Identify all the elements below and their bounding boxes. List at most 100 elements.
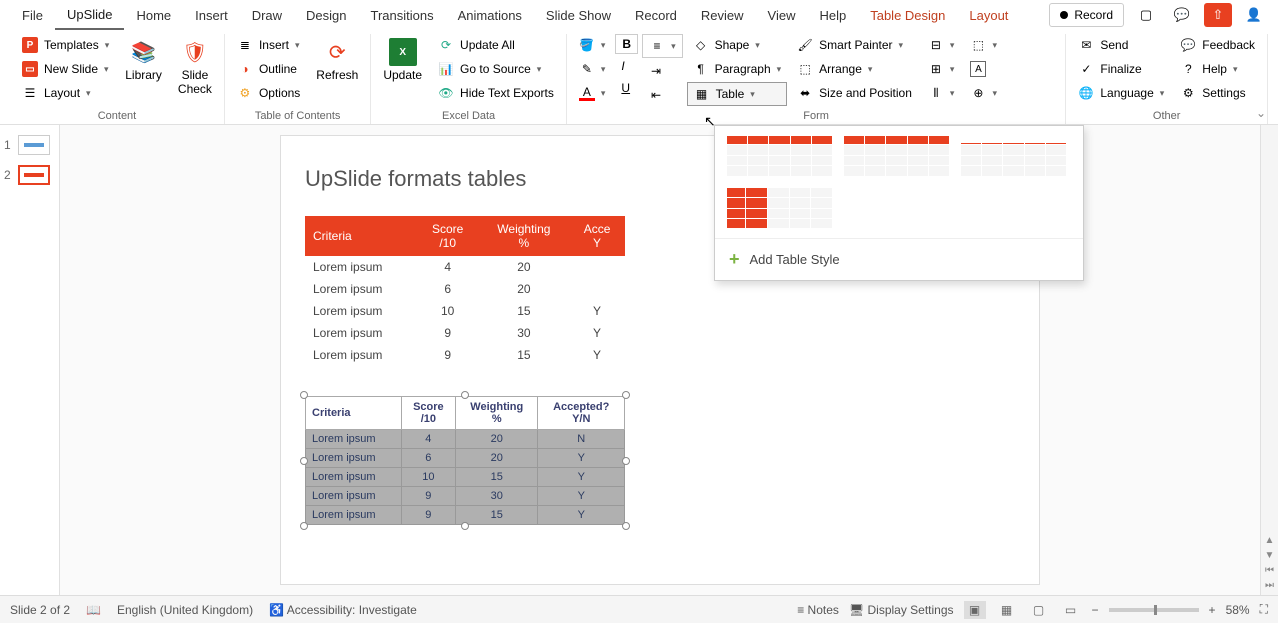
scroll-up-icon[interactable]: ▲ xyxy=(1265,535,1275,546)
table-row[interactable]: Lorem ipsum620Y xyxy=(306,449,625,468)
selected-table[interactable]: Criteria Score /10 Weighting % Accepted?… xyxy=(305,396,625,525)
finalize-button[interactable]: ✓Finalize xyxy=(1072,58,1170,80)
menu-review[interactable]: Review xyxy=(689,2,756,29)
resize-handle[interactable] xyxy=(622,522,630,530)
resize-handle[interactable] xyxy=(461,391,469,399)
indent-inc-button[interactable]: ⇥ xyxy=(642,60,683,82)
hidetext-button[interactable]: 👁Hide Text Exports xyxy=(432,82,560,104)
fit-window-button[interactable]: ⛶ xyxy=(1260,602,1268,617)
zoom-out-button[interactable]: − xyxy=(1092,603,1099,617)
table-row[interactable]: Lorem ipsum930Y xyxy=(306,487,625,506)
add-table-style-button[interactable]: + Add Table Style xyxy=(715,238,1083,280)
menu-upslide[interactable]: UpSlide xyxy=(55,1,125,30)
table-style-option[interactable] xyxy=(961,136,1066,176)
menu-draw[interactable]: Draw xyxy=(240,2,294,29)
menu-record[interactable]: Record xyxy=(623,2,689,29)
outline-button[interactable]: ◑Outline xyxy=(231,58,306,80)
smartpainter-button[interactable]: 🖌Smart Painter▾ xyxy=(791,34,918,56)
textbox-button[interactable]: A xyxy=(964,58,1003,80)
next-slide-icon[interactable]: ⏭ xyxy=(1265,580,1274,591)
menu-insert[interactable]: Insert xyxy=(183,2,240,29)
vertical-scrollbar[interactable]: ▲ ▼ ⏮ ⏭ xyxy=(1260,125,1278,595)
record-button[interactable]: Record xyxy=(1049,3,1124,27)
present-icon[interactable]: ▢ xyxy=(1132,3,1160,27)
table-style-option[interactable] xyxy=(727,136,832,176)
library-button[interactable]: 📚Library xyxy=(119,34,168,86)
arrange-button[interactable]: ⬚Arrange▾ xyxy=(791,58,918,80)
slide-counter[interactable]: Slide 2 of 2 xyxy=(10,603,70,617)
thumb-1[interactable]: 1 xyxy=(4,135,55,155)
zoom-in-button[interactable]: + xyxy=(1209,603,1216,617)
border-button[interactable]: ✎▾ xyxy=(573,58,612,80)
sizepos-button[interactable]: ⬌Size and Position xyxy=(791,82,918,104)
normal-view-icon[interactable]: ▣ xyxy=(964,601,986,619)
scroll-down-icon[interactable]: ▼ xyxy=(1265,550,1275,561)
distribute-button[interactable]: ⊞▾ xyxy=(922,58,961,80)
resize-handle[interactable] xyxy=(300,391,308,399)
slide-canvas[interactable]: UpSlide formats tables Criteria Score /1… xyxy=(60,125,1260,595)
alignobj-button[interactable]: ⊟▾ xyxy=(922,34,961,56)
indent-dec-button[interactable]: ⇤ xyxy=(642,84,683,106)
table-style-option[interactable] xyxy=(727,188,832,228)
fontcolor-button[interactable]: A▾ xyxy=(573,82,612,104)
menu-transitions[interactable]: Transitions xyxy=(359,2,446,29)
language-button[interactable]: 🌐Language▾ xyxy=(1072,82,1170,104)
ribbon-collapse-button[interactable]: ⌄ xyxy=(1256,106,1266,120)
account-icon[interactable]: 👤 xyxy=(1240,3,1268,27)
menu-design[interactable]: Design xyxy=(294,2,358,29)
menu-animations[interactable]: Animations xyxy=(446,2,534,29)
newslide-button[interactable]: ▭New Slide▾ xyxy=(16,58,115,80)
table-row[interactable]: Lorem ipsum420N xyxy=(306,430,625,449)
menu-file[interactable]: File xyxy=(10,2,55,29)
spellcheck-icon[interactable]: 📖 xyxy=(86,603,101,617)
notes-button[interactable]: ≡ Notes xyxy=(797,603,839,617)
layout-button[interactable]: ☰Layout▾ xyxy=(16,82,115,104)
accessibility-status[interactable]: ♿ Accessibility: Investigate xyxy=(269,603,417,617)
menu-tabledesign[interactable]: Table Design xyxy=(858,2,957,29)
fill-button[interactable]: 🪣▾ xyxy=(573,34,612,56)
zoom-slider[interactable] xyxy=(1109,608,1199,612)
menu-view[interactable]: View xyxy=(756,2,808,29)
slideshow-view-icon[interactable]: ▭ xyxy=(1060,601,1082,619)
display-settings-button[interactable]: 🖥 Display Settings xyxy=(849,603,954,617)
table-button[interactable]: ▦Table▾ xyxy=(687,82,788,106)
table-row[interactable]: Lorem ipsum1015Y xyxy=(306,468,625,487)
resize-handle[interactable] xyxy=(300,522,308,530)
menu-help[interactable]: Help xyxy=(807,2,858,29)
feedback-button[interactable]: 💬Feedback xyxy=(1174,34,1261,56)
send-button[interactable]: ✉Send xyxy=(1072,34,1170,56)
resize-handle[interactable] xyxy=(622,457,630,465)
reading-view-icon[interactable]: ▢ xyxy=(1028,601,1050,619)
templates-button[interactable]: PTemplates▾ xyxy=(16,34,115,56)
settings-button[interactable]: ⚙Settings xyxy=(1174,82,1261,104)
options-button[interactable]: ⚙Options xyxy=(231,82,306,104)
resize-handle[interactable] xyxy=(461,522,469,530)
thumb-2[interactable]: 2 xyxy=(4,165,55,185)
underline-button[interactable]: U xyxy=(615,78,638,98)
slidecheck-button[interactable]: 🛡Slide Check xyxy=(172,34,218,100)
zoom-level[interactable]: 58% xyxy=(1226,603,1250,617)
menu-home[interactable]: Home xyxy=(124,2,183,29)
resize-handle[interactable] xyxy=(622,391,630,399)
comments-icon[interactable]: 💬 xyxy=(1168,3,1196,27)
group-button[interactable]: ⬚▾ xyxy=(964,34,1003,56)
paragraph-button[interactable]: ¶Paragraph▾ xyxy=(687,58,788,80)
table-style-option[interactable] xyxy=(844,136,949,176)
menu-slideshow[interactable]: Slide Show xyxy=(534,2,623,29)
update-button[interactable]: XUpdate xyxy=(377,34,428,86)
prev-slide-icon[interactable]: ⏮ xyxy=(1265,565,1274,576)
help-button[interactable]: ?Help▾ xyxy=(1174,58,1261,80)
spacing-button[interactable]: ⫴▾ xyxy=(922,82,961,104)
updateall-button[interactable]: ⟳Update All xyxy=(432,34,560,56)
merge-button[interactable]: ⊕▾ xyxy=(964,82,1003,104)
menu-layout[interactable]: Layout xyxy=(957,2,1020,29)
refresh-button[interactable]: ⟳Refresh xyxy=(310,34,364,86)
share-button[interactable]: ⇧ xyxy=(1204,3,1232,27)
sorter-view-icon[interactable]: ▦ xyxy=(996,601,1018,619)
shape-button[interactable]: ◇Shape▾ xyxy=(687,34,788,56)
italic-button[interactable]: I xyxy=(615,56,638,76)
selected-table-wrap[interactable]: Criteria Score /10 Weighting % Accepted?… xyxy=(305,396,625,525)
bold-button[interactable]: B xyxy=(615,34,638,54)
align-button[interactable]: ≡▾ xyxy=(642,34,683,58)
gotosource-button[interactable]: 📊Go to Source▾ xyxy=(432,58,560,80)
